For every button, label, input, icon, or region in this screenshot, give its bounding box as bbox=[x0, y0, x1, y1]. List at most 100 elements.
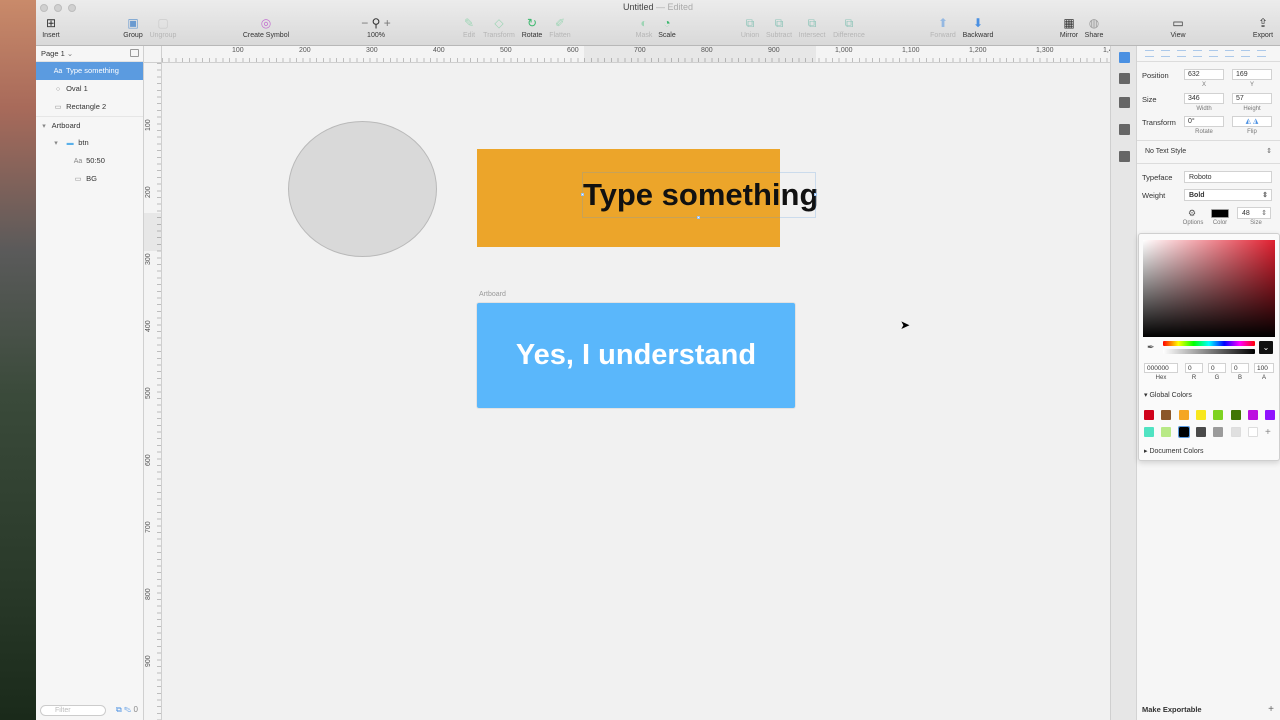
rotate-button[interactable]: ↻ Rotate bbox=[520, 16, 544, 39]
resize-handle[interactable] bbox=[581, 193, 584, 196]
layer-oval-1[interactable]: ○ Oval 1 bbox=[36, 80, 143, 98]
vertical-ruler[interactable]: 100 200 300 400 500 600 700 800 900 bbox=[144, 63, 162, 720]
type-something-text-layer[interactable]: Type something bbox=[581, 172, 818, 219]
difference-button[interactable]: ⧉ Difference bbox=[830, 16, 868, 39]
gear-icon[interactable]: ⚙ bbox=[1188, 208, 1196, 219]
mask-button[interactable]: ◐ Mask bbox=[634, 16, 654, 39]
export-button[interactable]: ⇪ Export bbox=[1250, 16, 1276, 39]
alpha-field[interactable]: 100 bbox=[1254, 363, 1274, 373]
color-swatch[interactable] bbox=[1161, 410, 1172, 420]
resize-handle[interactable] bbox=[697, 216, 700, 219]
zoom-in-button[interactable]: + bbox=[384, 16, 391, 30]
intersect-button[interactable]: ⧉ Intersect bbox=[796, 16, 828, 39]
color-swatch[interactable] bbox=[1178, 410, 1189, 420]
weight-dropdown[interactable]: Bold ⇕ bbox=[1184, 189, 1272, 201]
layer-artboard[interactable]: ▾ Artboard bbox=[36, 116, 143, 134]
zoom-control[interactable]: − ⚲ + 100% bbox=[354, 16, 398, 39]
union-button[interactable]: ⧉ Union bbox=[738, 16, 762, 39]
flip-buttons[interactable]: ◭ ◮ bbox=[1232, 116, 1272, 127]
add-color-plus-icon[interactable]: + bbox=[1265, 427, 1271, 438]
typeface-field[interactable]: Roboto bbox=[1184, 171, 1272, 183]
blue-field[interactable]: 0 bbox=[1231, 363, 1249, 373]
zoom-out-button[interactable]: − bbox=[361, 16, 368, 30]
subtract-button[interactable]: ⧉ Subtract bbox=[764, 16, 794, 39]
global-colors-header[interactable]: ▾ Global Colors bbox=[1144, 391, 1192, 399]
share-button[interactable]: ◍ Share bbox=[1082, 16, 1106, 39]
grid-tab-icon[interactable] bbox=[1119, 151, 1130, 162]
font-size-field[interactable]: 48 ⇕ bbox=[1237, 207, 1271, 219]
layer-50-50[interactable]: Aa 50:50 bbox=[36, 152, 143, 170]
height-field[interactable]: 57 bbox=[1232, 93, 1272, 104]
color-swatch[interactable] bbox=[1247, 410, 1258, 420]
text-style-dropdown[interactable]: No Text Style ⇕ bbox=[1141, 146, 1275, 158]
color-swatch[interactable] bbox=[1230, 410, 1241, 420]
position-x-field[interactable]: 632 bbox=[1184, 69, 1224, 80]
layer-btn[interactable]: ▾ ▬ btn bbox=[36, 134, 143, 152]
align-center-icon[interactable] bbox=[1161, 50, 1170, 57]
hue-slider[interactable] bbox=[1163, 341, 1255, 346]
flip-vertical-icon[interactable]: ◮ bbox=[1253, 118, 1258, 125]
align-middle-icon[interactable] bbox=[1209, 50, 1218, 57]
create-symbol-button[interactable]: ◎ Create Symbol bbox=[240, 16, 292, 39]
width-field[interactable]: 346 bbox=[1184, 93, 1224, 104]
person-tab-icon[interactable] bbox=[1119, 97, 1130, 108]
insert-button[interactable]: ⊞ Insert bbox=[40, 16, 62, 39]
transform-button[interactable]: ◇ Transform bbox=[482, 16, 516, 39]
color-swatch[interactable] bbox=[1230, 427, 1241, 437]
red-field[interactable]: 0 bbox=[1185, 363, 1203, 373]
canvas[interactable]: Type something Artboard Yes, I understan… bbox=[162, 63, 1110, 720]
color-swatch[interactable] bbox=[1195, 410, 1206, 420]
text-color-well[interactable] bbox=[1211, 209, 1229, 218]
color-swatch[interactable] bbox=[1213, 427, 1224, 437]
plus-icon[interactable]: + bbox=[1268, 704, 1274, 715]
eyedropper-icon[interactable]: ✒ bbox=[1147, 342, 1155, 353]
distribute-horizontal-icon[interactable] bbox=[1241, 50, 1250, 57]
distribute-vertical-icon[interactable] bbox=[1257, 50, 1266, 57]
color-swatch[interactable] bbox=[1144, 427, 1154, 437]
view-button[interactable]: ▭ View bbox=[1166, 16, 1190, 39]
button-label[interactable]: Yes, I understand bbox=[477, 303, 795, 408]
color-swatch[interactable] bbox=[1161, 427, 1172, 437]
ungroup-button[interactable]: ▢ Ungroup bbox=[148, 16, 178, 39]
flatten-button[interactable]: ✐ Flatten bbox=[546, 16, 574, 39]
refresh-tab-icon[interactable] bbox=[1119, 124, 1130, 135]
color-mode-dropdown[interactable]: ⌄ bbox=[1259, 341, 1273, 354]
align-bottom-icon[interactable] bbox=[1225, 50, 1234, 57]
align-top-icon[interactable] bbox=[1193, 50, 1202, 57]
layout-tab-icon[interactable] bbox=[1119, 73, 1130, 84]
mirror-button[interactable]: ▦ Mirror bbox=[1056, 16, 1082, 39]
artboard-label[interactable]: Artboard bbox=[479, 291, 506, 298]
edit-button[interactable]: ✎ Edit bbox=[460, 16, 478, 39]
pages-toggle-icon[interactable] bbox=[130, 49, 139, 57]
align-left-icon[interactable] bbox=[1145, 50, 1154, 57]
rotate-field[interactable]: 0° bbox=[1184, 116, 1224, 127]
hex-field[interactable]: 000000 bbox=[1144, 363, 1178, 373]
color-swatch[interactable] bbox=[1265, 410, 1276, 420]
align-right-icon[interactable] bbox=[1177, 50, 1186, 57]
layer-rectangle-2[interactable]: ▭ Rectangle 2 bbox=[36, 98, 143, 116]
oval-1-shape[interactable] bbox=[288, 121, 437, 257]
disclosure-triangle-icon[interactable]: ▾ bbox=[50, 135, 62, 153]
btn-bg-shape[interactable]: Yes, I understand bbox=[477, 303, 795, 408]
color-swatch[interactable] bbox=[1144, 410, 1154, 420]
group-button[interactable]: ▣ Group bbox=[122, 16, 144, 39]
color-swatch[interactable] bbox=[1177, 426, 1190, 438]
resize-handle[interactable] bbox=[814, 193, 817, 196]
document-colors-header[interactable]: ▸ Document Colors bbox=[1144, 447, 1204, 455]
layer-bg[interactable]: ▭ BG bbox=[36, 170, 143, 188]
alpha-slider[interactable] bbox=[1163, 349, 1255, 354]
layers-filter-input[interactable]: Filter bbox=[40, 705, 106, 716]
layer-type-something[interactable]: Aa Type something bbox=[36, 62, 143, 80]
color-swatch[interactable] bbox=[1195, 427, 1206, 437]
position-y-field[interactable]: 169 bbox=[1232, 69, 1272, 80]
page-selector[interactable]: Page 1 ⌄ bbox=[36, 46, 143, 62]
scale-button[interactable]: ◔ Scale bbox=[656, 16, 678, 39]
backward-button[interactable]: ⬇ Backward bbox=[960, 16, 996, 39]
color-swatch[interactable] bbox=[1213, 410, 1224, 420]
sidebar-toggle-icon[interactable] bbox=[1119, 52, 1130, 63]
forward-button[interactable]: ⬆ Forward bbox=[928, 16, 958, 39]
color-swatch[interactable] bbox=[1247, 427, 1258, 437]
green-field[interactable]: 0 bbox=[1208, 363, 1226, 373]
make-exportable-button[interactable]: Make Exportable bbox=[1142, 705, 1202, 714]
layers-footer-icons[interactable]: ⧉ ✎ 0 bbox=[116, 705, 138, 715]
